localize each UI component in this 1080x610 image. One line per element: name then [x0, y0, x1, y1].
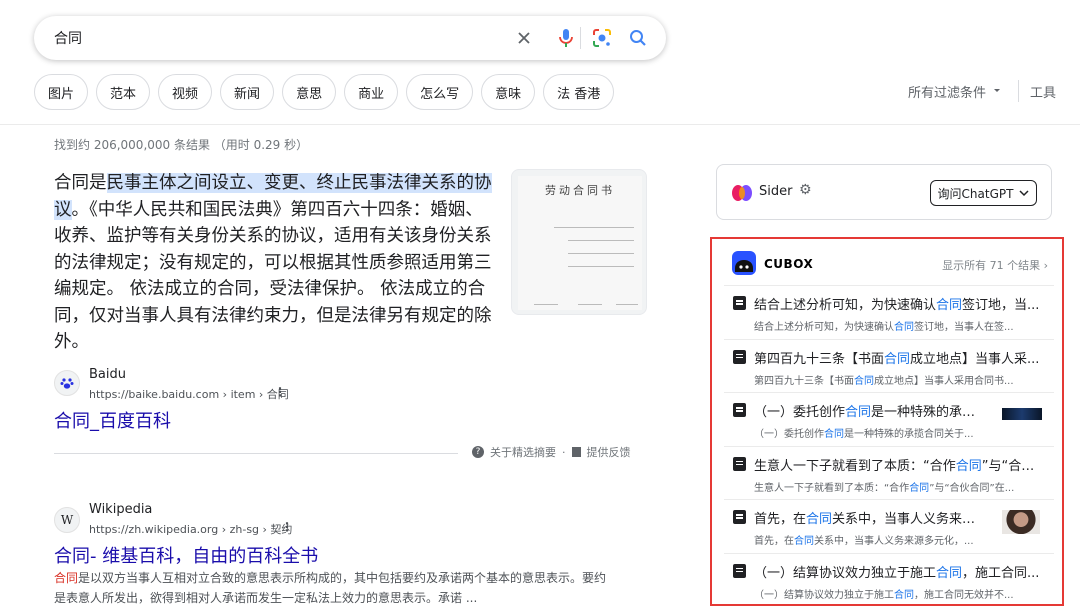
cubox-item-snippet: 第四百九十三条【书面合同成立地点】当事人采用合同书... [754, 375, 1014, 387]
result-thumbnail-banner [1002, 408, 1042, 420]
show-all-results-link[interactable]: 显示所有 71 个结果 › [942, 257, 1048, 273]
cubox-result-item[interactable]: 结合上述分析可知，为快速确认合同签订地，当... 结合上述分析可知，为快速确认合… [724, 285, 1054, 339]
ask-chatgpt-label: 询问ChatGPT [937, 186, 1014, 201]
separator-dot: · [562, 445, 566, 459]
cubox-results-list: 结合上述分析可知，为快速确认合同签订地，当... 结合上述分析可知，为快速确认合… [724, 285, 1054, 606]
baidu-favicon[interactable] [54, 370, 80, 396]
chip-news[interactable]: 新闻 [220, 74, 275, 110]
form-line [554, 227, 634, 228]
cubox-item-title: （一）委托创作合同是一种特殊的承揽合... [754, 405, 988, 420]
cubox-item-title: 结合上述分析可知，为快速确认合同签订地，当... [754, 298, 1040, 313]
sider-panel: Sider ⚙ 询问ChatGPT [716, 164, 1052, 220]
result-site-name: Wikipedia [89, 502, 153, 517]
sider-name: Sider [759, 184, 793, 199]
help-icon: ? [472, 446, 484, 458]
result-snippet: 合同是以双方当事人互相对立合致的意思表示所构成的，其中包括要约及承诺两个基本的意… [54, 568, 614, 608]
feedback-divider [54, 453, 458, 454]
chip-hong-kong-law[interactable]: 法 香港 [543, 74, 615, 110]
more-options-icon[interactable]: ⋮ [274, 385, 286, 399]
snippet-text: 是以双方当事人互相对立合致的意思表示所构成的，其中包括要约及承诺两个基本的意思表… [54, 571, 607, 605]
cubox-item-snippet: 结合上述分析可知，为快速确认合同签订地，当事人在签... [754, 322, 1014, 333]
cubox-item-title: 生意人一下子就看到了本质：“合作合同”与“合伙... [754, 458, 1040, 474]
cubox-item-snippet: （一）委托创作合同是一种特殊的承揽合同关于... [754, 429, 974, 440]
document-icon [733, 403, 746, 417]
result-title-link[interactable]: 合同_百度百科 [54, 407, 171, 433]
baidu-paw-icon [60, 378, 74, 389]
clear-icon[interactable] [512, 26, 536, 50]
cubox-item-snippet: （一）结算协议效力独立于施工合同，施工合同无效并不... [754, 589, 1014, 601]
ask-chatgpt-select[interactable]: 询问ChatGPT [930, 180, 1037, 206]
cubox-header: CUBOX 显示所有 71 个结果 › [732, 251, 1048, 277]
chip-implies[interactable]: 意味 [481, 74, 536, 110]
gear-icon[interactable]: ⚙ [799, 182, 812, 198]
feedback-bar: ? 关于精选摘要 · 提供反馈 [472, 444, 631, 460]
all-filters-dropdown[interactable]: 所有过滤条件 [908, 82, 1002, 101]
result-url[interactable]: https://zh.wikipedia.org › zh-sg › 契约 [89, 521, 292, 537]
snippet-body: 。《中华人民共和国民法典》第四百六十四条：婚姻、收养、监护等有关身份关系的协议，… [54, 199, 492, 353]
about-featured-snippets-link[interactable]: 关于精选摘要 [490, 444, 556, 460]
chevron-down-icon [992, 84, 1002, 99]
send-feedback-link[interactable]: 提供反馈 [587, 444, 631, 460]
result-url[interactable]: https://baike.baidu.com › item › 合同 [89, 386, 289, 402]
search-box[interactable]: 合同 [34, 16, 666, 60]
sider-logo-icon [731, 183, 753, 203]
result-thumbnail-portrait [1002, 510, 1040, 534]
header-divider [0, 124, 1080, 125]
form-line [568, 266, 634, 267]
google-lens-icon[interactable] [590, 26, 614, 50]
snippet-lead: 合同是 [54, 173, 107, 193]
cubox-item-title: （一）结算协议效力独立于施工合同，施工合同... [754, 565, 1040, 581]
document-thumbnail[interactable]: 劳动合同书 [511, 169, 647, 315]
microphone-icon[interactable] [554, 26, 578, 50]
cubox-panel: CUBOX 显示所有 71 个结果 › 结合上述分析可知，为快速确认合同签订地，… [710, 237, 1064, 606]
cubox-item-snippet: 首先，在合同关系中，当事人义务来源多元化，... [754, 536, 974, 547]
tools-button[interactable]: 工具 [1030, 82, 1056, 101]
document-icon [733, 349, 746, 364]
more-options-icon[interactable]: ⋮ [281, 520, 293, 534]
document-icon [733, 296, 746, 310]
document-icon [733, 456, 746, 471]
search-divider [580, 27, 581, 49]
all-filters-label: 所有过滤条件 [908, 86, 987, 101]
search-filter-chips: 图片 范本 视频 新闻 意思 商业 怎么写 意味 法 香港 [34, 74, 615, 110]
cubox-title: CUBOX [764, 257, 814, 271]
form-line [568, 253, 634, 254]
wikipedia-favicon[interactable]: W [54, 507, 80, 533]
show-all-label: 显示所有 71 个结果 [942, 259, 1041, 272]
document-icon [733, 510, 746, 524]
tools-divider [1018, 80, 1019, 102]
form-line [534, 304, 558, 305]
result-site-name: Baidu [89, 367, 126, 382]
thumbnail-title: 劳动合同书 [545, 184, 615, 197]
chip-templates[interactable]: 范本 [96, 74, 151, 110]
featured-snippet-text: 合同是民事主体之间设立、变更、终止民事法律关系的协议。《中华人民共和国民法典》第… [54, 170, 498, 356]
search-icon[interactable] [626, 26, 650, 50]
snippet-emphasis: 合同 [54, 571, 79, 585]
chip-meaning[interactable]: 意思 [282, 74, 337, 110]
search-input[interactable]: 合同 [54, 28, 82, 48]
document-icon [733, 563, 746, 578]
cubox-result-item[interactable]: （一）结算协议效力独立于施工合同，施工合同... （一）结算协议效力独立于施工合… [724, 552, 1054, 607]
cubox-item-title: 首先，在合同关系中，当事人义务来源多... [754, 512, 988, 527]
chip-images[interactable]: 图片 [34, 74, 89, 110]
cubox-result-item[interactable]: 第四百九十三条【书面合同成立地点】当事人采... 第四百九十三条【书面合同成立地… [724, 338, 1054, 393]
chevron-down-icon [1019, 186, 1029, 200]
chevron-right-icon: › [1043, 259, 1048, 272]
form-line [578, 304, 602, 305]
chip-business[interactable]: 商业 [344, 74, 399, 110]
result-stats: 找到约 206,000,000 条结果 （用时 0.29 秒） [54, 138, 309, 152]
result-title-link[interactable]: 合同- 维基百科，自由的百科全书 [54, 542, 318, 568]
chip-videos[interactable]: 视频 [158, 74, 213, 110]
contract-paper-image: 劳动合同书 [518, 176, 642, 310]
cubox-result-item[interactable]: 生意人一下子就看到了本质：“合作合同”与“合伙... 生意人一下子就看到了本质：… [724, 445, 1054, 500]
cubox-logo-icon [732, 251, 756, 275]
cubox-item-snippet: 生意人一下子就看到了本质：“合作合同”与“合伙合同”在... [754, 482, 1015, 494]
form-line [616, 304, 638, 305]
cubox-result-item[interactable]: （一）委托创作合同是一种特殊的承揽合... （一）委托创作合同是一种特殊的承揽合… [724, 392, 1054, 446]
form-line [568, 240, 634, 241]
cubox-result-item[interactable]: 首先，在合同关系中，当事人义务来源多... 首先，在合同关系中，当事人义务来源多… [724, 499, 1054, 553]
feedback-flag-icon [571, 447, 581, 457]
cubox-item-title: 第四百九十三条【书面合同成立地点】当事人采... [754, 351, 1040, 367]
chip-how-to-write[interactable]: 怎么写 [406, 74, 474, 110]
